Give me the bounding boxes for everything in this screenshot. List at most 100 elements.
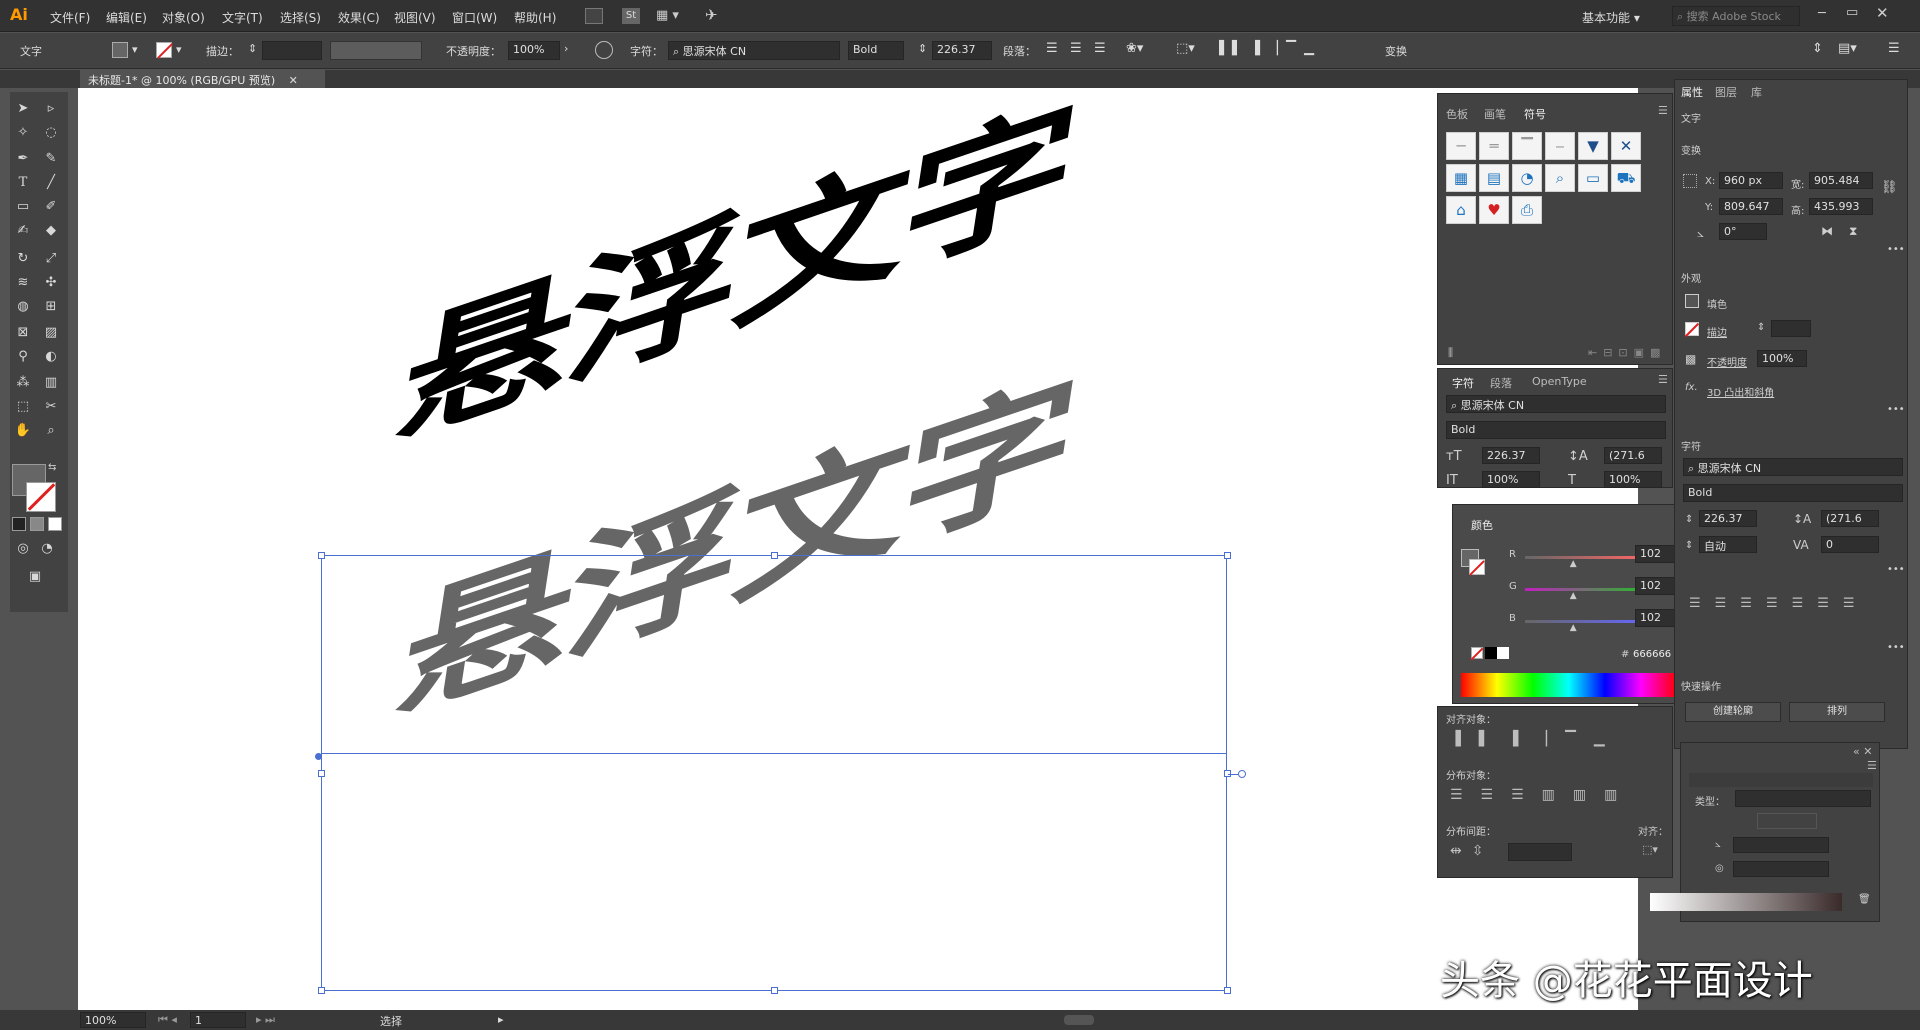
tab-brushes[interactable]: 画笔 — [1484, 106, 1506, 122]
draw-behind-icon[interactable]: ◔ — [36, 538, 58, 560]
appearance-stroke-label[interactable]: 描边 — [1707, 324, 1727, 339]
props-tracking-field[interactable]: 0 — [1821, 536, 1879, 553]
rectangle-tool-icon[interactable]: ▭ — [12, 196, 34, 218]
char-font-family-field[interactable]: ⌕ 思源宋体 CN — [1446, 395, 1666, 413]
effect-3d-link[interactable]: 3D 凸出和斜角 — [1707, 384, 1774, 399]
scale-tool-icon[interactable]: ⤢ — [40, 248, 62, 270]
handle-top-right[interactable] — [1224, 552, 1231, 559]
b-slider-thumb[interactable]: ▲ — [1570, 623, 1577, 633]
symbol-window-icon[interactable]: ▤ — [1479, 164, 1509, 192]
artboard-number-field[interactable]: 1 — [190, 1012, 246, 1028]
font-family-field[interactable]: ⌕ 思源宋体 CN — [668, 41, 840, 60]
recolor-globe-icon[interactable] — [595, 41, 613, 59]
symbol-search-icon[interactable]: ⌕ — [1545, 164, 1575, 192]
appearance-opacity-label[interactable]: 不透明度 — [1707, 354, 1747, 369]
symbol-print-icon[interactable]: ⎙ — [1512, 196, 1542, 224]
handle-bottom-right[interactable] — [1224, 987, 1231, 994]
appearance-stroke-field[interactable] — [1771, 320, 1811, 337]
character-label[interactable]: 字符： — [630, 43, 663, 59]
gradient-angle-field[interactable] — [1733, 837, 1829, 853]
menu-help[interactable]: 帮助(H) — [514, 9, 556, 26]
selection-tool-icon[interactable]: ➤ — [12, 98, 34, 120]
screen-mode-icon[interactable]: ▣ — [24, 566, 46, 588]
stroke-weight-field[interactable] — [262, 41, 322, 60]
stroke-color-box[interactable] — [26, 482, 56, 512]
appearance-fill-label[interactable]: 填色 — [1707, 296, 1727, 311]
stock-icon[interactable]: St — [622, 8, 640, 24]
curvature-tool-icon[interactable]: ✎ — [40, 148, 62, 170]
w-field[interactable]: 905.484 — [1809, 172, 1873, 189]
eyedropper-tool-icon[interactable]: ⚲ — [12, 346, 34, 368]
delete-gradient-stop-icon[interactable]: 🗑 — [1858, 894, 1871, 905]
status-menu-arrow-icon[interactable]: ▸ — [498, 1013, 504, 1026]
artboard[interactable]: 悬浮文字 悬浮文字 — [78, 88, 1638, 1010]
control-menu-icon[interactable]: ☰ — [1888, 41, 1900, 56]
horizontal-scrollbar-thumb[interactable] — [1064, 1015, 1094, 1025]
gpu-rocket-icon[interactable]: ✈ — [705, 6, 718, 24]
color-spectrum-bar[interactable] — [1461, 673, 1677, 697]
paragraph-more-icon[interactable]: ••• — [1887, 642, 1905, 653]
font-size-field[interactable]: 226.37 — [932, 41, 992, 60]
constrain-proportions-icon[interactable]: ⛓ — [1881, 180, 1898, 195]
appearance-fill-swatch[interactable] — [1685, 294, 1699, 308]
gradient-slider[interactable] — [1650, 893, 1842, 911]
fx-icon[interactable]: fx. — [1685, 382, 1698, 393]
reference-point-icon[interactable] — [1683, 174, 1697, 188]
column-graph-tool-icon[interactable]: ▥ — [40, 372, 62, 394]
transform-more-icon[interactable]: ••• — [1887, 244, 1905, 255]
tab-layers[interactable]: 图层 — [1715, 84, 1737, 100]
stroke-stepper-icon[interactable]: ⇕ — [1757, 322, 1765, 333]
distribute-objects-buttons[interactable]: ☰☰☰▥▥▥ — [1450, 787, 1635, 803]
char-font-size-field[interactable]: 226.37 — [1482, 447, 1540, 464]
mesh-tool-icon[interactable]: ⊠ — [12, 322, 34, 344]
h-field[interactable]: 435.993 — [1809, 198, 1873, 215]
tab-paragraph[interactable]: 段落 — [1490, 375, 1512, 391]
stroke-dropdown-icon[interactable]: ▾ — [176, 43, 182, 56]
symbol-line-4[interactable]: ‒ — [1545, 132, 1575, 160]
gradient-edit-buttons[interactable] — [1757, 813, 1817, 829]
gradient-swatch-row[interactable] — [1689, 773, 1873, 787]
appearance-more-icon[interactable]: ••• — [1887, 404, 1905, 415]
handle-top-center[interactable] — [771, 552, 778, 559]
hex-value-field[interactable]: 666666 — [1633, 649, 1671, 660]
black-swatch[interactable] — [1485, 647, 1497, 659]
r-value-field[interactable]: 102 — [1635, 545, 1679, 563]
symbol-cart-icon[interactable]: ⛟ — [1611, 164, 1641, 192]
align-center-icon[interactable]: ☰ — [1070, 41, 1082, 56]
type-tool-icon[interactable]: T — [12, 172, 34, 194]
menu-object[interactable]: 对象(O) — [162, 9, 205, 26]
color-mode-icon[interactable] — [12, 517, 26, 531]
distribute-spacing-buttons[interactable]: ⇹⇳ — [1450, 843, 1493, 859]
props-tracking-stepper-icon[interactable]: ⇕ — [1685, 540, 1693, 551]
align-objects-buttons[interactable]: ▐▌▐▕▔▁ — [1450, 731, 1623, 747]
font-size-stepper-icon[interactable]: ⇕ — [918, 42, 927, 55]
symbol-libraries-icon[interactable]: ⫼ — [1448, 346, 1453, 360]
stock-search-input[interactable]: ⌕ 搜索 Adobe Stock — [1672, 6, 1800, 26]
stroke-stepper-icon[interactable]: ⇕ — [248, 42, 257, 55]
handle-top-left[interactable] — [318, 552, 325, 559]
fill-dropdown-icon[interactable]: ▾ — [132, 43, 138, 56]
symbol-grid-icon[interactable]: ▦ — [1446, 164, 1476, 192]
menu-effect[interactable]: 效果(C) — [338, 9, 380, 26]
fill-swatch[interactable] — [112, 42, 128, 58]
tab-symbols[interactable]: 符号 — [1524, 106, 1546, 122]
b-slider[interactable] — [1525, 620, 1647, 623]
direct-selection-tool-icon[interactable]: ▹ — [40, 98, 62, 120]
tab-libraries[interactable]: 库 — [1751, 84, 1762, 100]
symbol-footer-actions[interactable]: ⇤⊟⊡▣▩ — [1588, 346, 1666, 359]
shape-builder-tool-icon[interactable]: ◍ — [12, 296, 34, 318]
menu-view[interactable]: 视图(V) — [394, 9, 436, 26]
props-size-stepper-icon[interactable]: ⇕ — [1685, 514, 1693, 525]
warp-tool-icon[interactable]: ≋ — [12, 272, 34, 294]
arrange-panel-icon[interactable]: ⇕ — [1812, 41, 1823, 56]
puppet-warp-tool-icon[interactable]: ✣ — [40, 272, 62, 294]
flip-horizontal-icon[interactable]: ⧓ — [1821, 224, 1833, 238]
maximize-button[interactable]: ▭ — [1846, 5, 1858, 20]
swap-fill-stroke-icon[interactable]: ⇆ — [48, 462, 56, 473]
slice-tool-icon[interactable]: ✂ — [40, 396, 62, 418]
menu-edit[interactable]: 编辑(E) — [106, 9, 147, 26]
magic-wand-tool-icon[interactable]: ✧ — [12, 122, 34, 144]
align-right-icon[interactable]: ☰ — [1094, 41, 1106, 56]
props-kerning-field[interactable]: 自动 — [1699, 536, 1757, 553]
gradient-mode-icon[interactable] — [30, 517, 44, 531]
